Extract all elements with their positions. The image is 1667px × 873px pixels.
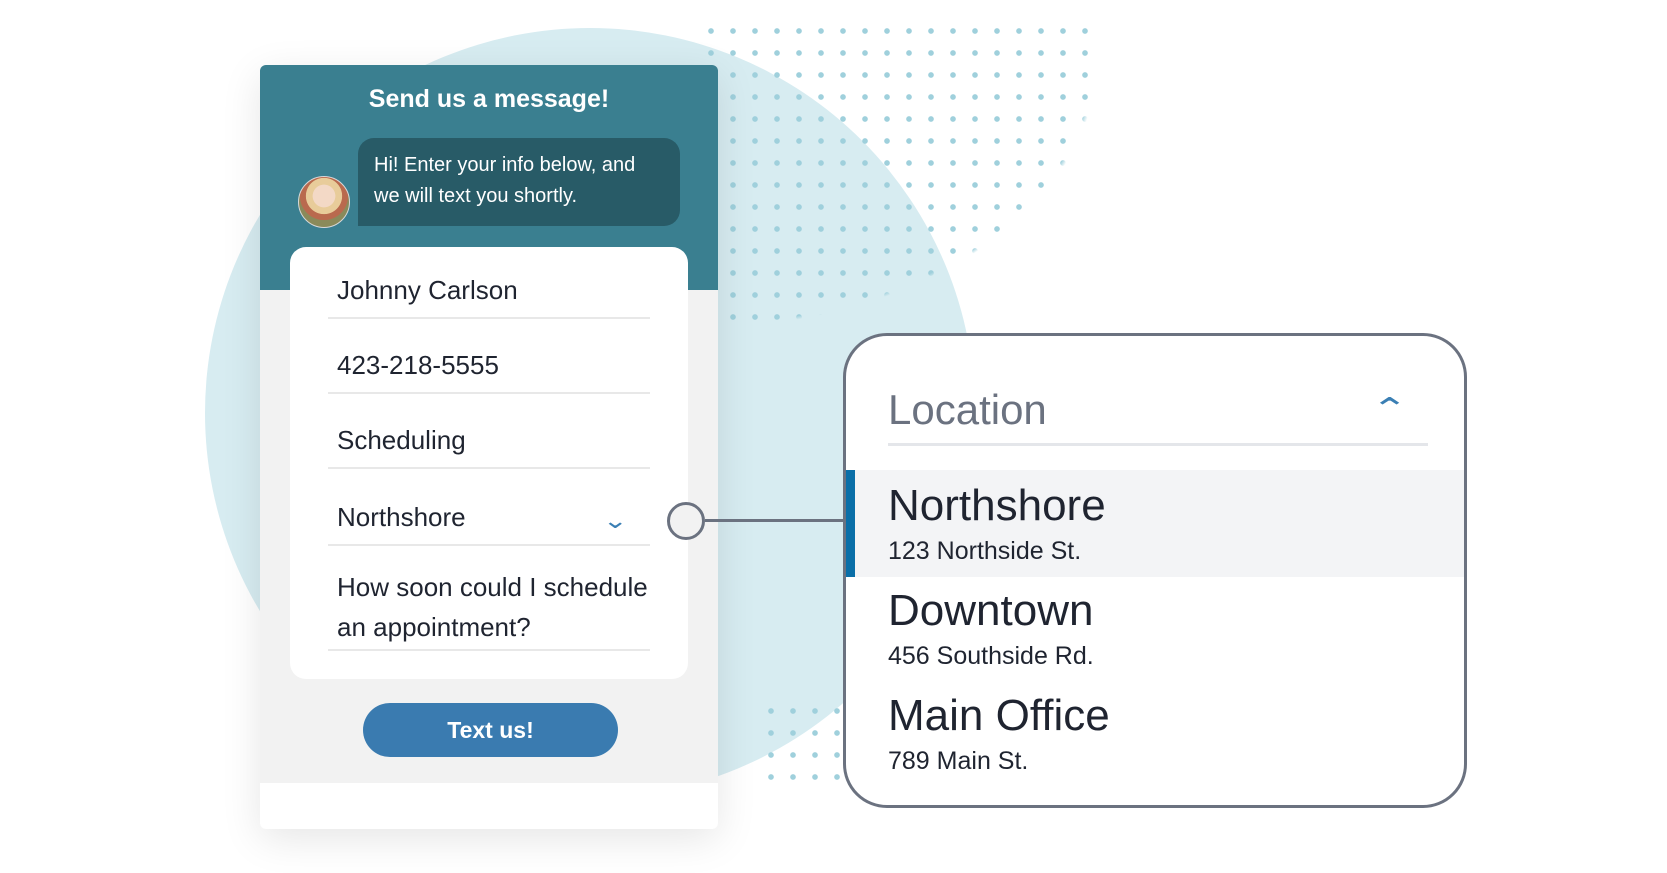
- option-address: 123 Northside St.: [888, 537, 1082, 565]
- location-dropdown: Location ⌃ Northshore 123 Northside St. …: [843, 333, 1467, 808]
- option-name: Main Office: [888, 691, 1110, 740]
- option-address: 789 Main St.: [888, 747, 1029, 775]
- chevron-up-icon[interactable]: ⌃: [1371, 392, 1409, 427]
- phone-field[interactable]: 423-218-5555: [328, 350, 650, 394]
- option-northshore[interactable]: Northshore 123 Northside St.: [846, 470, 1464, 577]
- widget-title: Send us a message!: [368, 85, 610, 113]
- topic-field[interactable]: Scheduling: [328, 425, 650, 469]
- option-name: Northshore: [888, 481, 1106, 530]
- widget-footer: [260, 783, 718, 829]
- location-select[interactable]: Northshore ⌄: [328, 502, 650, 546]
- text-us-button[interactable]: Text us!: [363, 703, 618, 757]
- phone-value: 423-218-5555: [337, 350, 499, 380]
- connector-circle: [667, 502, 705, 540]
- contact-form: Johnny Carlson 423-218-5555 Scheduling N…: [290, 247, 688, 679]
- option-main-office[interactable]: Main Office 789 Main St.: [846, 688, 1464, 793]
- chat-widget: Send us a message! Hi! Enter your info b…: [260, 65, 718, 829]
- topic-value: Scheduling: [337, 425, 466, 455]
- connector-line: [705, 519, 845, 522]
- name-field[interactable]: Johnny Carlson: [328, 275, 650, 319]
- agent-avatar: [298, 176, 350, 228]
- option-downtown[interactable]: Downtown 456 Southside Rd.: [846, 583, 1464, 688]
- location-value: Northshore: [337, 502, 466, 532]
- message-value: How soon could I schedule an appointment…: [337, 572, 648, 642]
- name-value: Johnny Carlson: [337, 275, 518, 305]
- greeting-bubble: Hi! Enter your info below, and we will t…: [358, 138, 680, 226]
- dropdown-label: Location: [888, 385, 1047, 433]
- option-name: Downtown: [888, 586, 1094, 635]
- chevron-down-icon[interactable]: ⌄: [602, 508, 628, 544]
- dropdown-header[interactable]: Location ⌃: [888, 376, 1428, 446]
- message-field[interactable]: How soon could I schedule an appointment…: [328, 567, 650, 651]
- option-address: 456 Southside Rd.: [888, 642, 1094, 670]
